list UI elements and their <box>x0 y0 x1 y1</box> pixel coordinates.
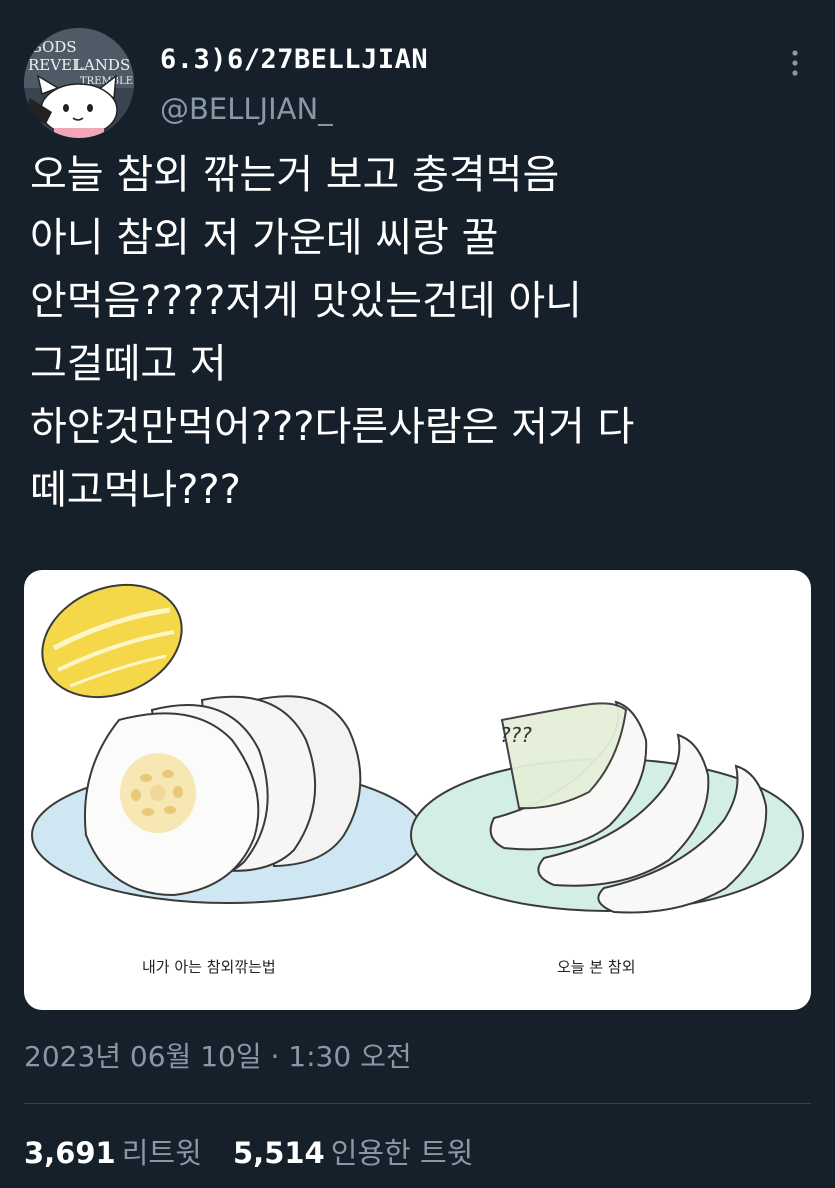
avatar-image: GODS REVEL LANDS TREMBLE <box>24 28 134 138</box>
tweet-text-line: 오늘 참외 깎는거 보고 충격먹음 <box>30 152 560 198</box>
more-dots-vertical-icon[interactable] <box>780 44 810 84</box>
quotes-label: 인용한 트윗 <box>330 1136 474 1170</box>
tweet-text: 오늘 참외 깎는거 보고 충격먹음 아니 참외 저 가운데 씨랑 꿀 안먹음??… <box>30 144 810 522</box>
retweets-stat[interactable]: 3,691 리트윗 <box>24 1130 202 1172</box>
divider <box>24 1103 811 1104</box>
user-handle[interactable]: @BELLJIAN_ <box>160 92 333 126</box>
quotes-stat[interactable]: 5,514 인용한 트윗 <box>233 1130 473 1172</box>
tweet-text-line: 그걸떼고 저 <box>30 341 227 387</box>
melon-illustration: ??? <box>31 583 804 914</box>
tweet-timestamp[interactable]: 2023년 06월 10일 · 1:30 오전 <box>24 1035 412 1075</box>
tweet-media-image[interactable]: ??? 내가 아는 참외깎는법 오늘 본 참외 <box>24 570 811 1010</box>
tweet-text-line: 하얀것만먹어???다른사람은 저거 다 <box>30 404 635 450</box>
avatar-text-1: GODS <box>30 38 77 56</box>
avatar-text-3: LANDS <box>74 56 130 74</box>
tweet-text-line: 떼고먹나??? <box>30 467 241 513</box>
avatar[interactable]: GODS REVEL LANDS TREMBLE <box>24 28 134 138</box>
right-caption: 오늘 본 참외 <box>557 958 636 976</box>
display-name[interactable]: 6.3)6/27BELLJIAN <box>160 44 428 75</box>
retweets-count: 3,691 <box>24 1136 116 1170</box>
tweet-header: GODS REVEL LANDS TREMBLE 6.3)6/27BELLJIA… <box>24 28 814 138</box>
retweets-label: 리트윗 <box>121 1136 202 1170</box>
tweet-text-line: 안먹음????저게 맛있는건데 아니 <box>30 278 582 324</box>
tweet-stats: 3,691 리트윗 5,514 인용한 트윗 <box>24 1130 495 1172</box>
whole-melon <box>41 583 183 699</box>
left-caption: 내가 아는 참외깎는법 <box>142 958 276 976</box>
question-marks: ??? <box>500 723 532 747</box>
tweet-text-line: 아니 참외 저 가운데 씨랑 꿀 <box>30 215 499 261</box>
quotes-count: 5,514 <box>233 1136 325 1170</box>
